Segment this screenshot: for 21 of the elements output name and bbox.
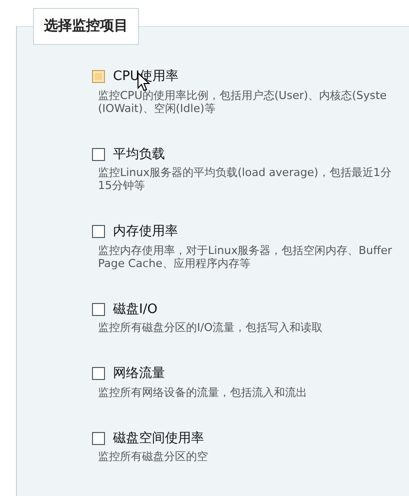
description-line: 监控内存使用率，对于Linux服务器，包括空闲内存、Buffer [98, 244, 392, 256]
option-label[interactable]: 内存使用率 [113, 222, 178, 242]
description-line: 监控所有磁盘分区的I/O流量，包括写入和读取 [98, 321, 323, 334]
description-line: (IOWait)、空闲(Idle)等 [98, 102, 216, 114]
description-line: 15分钟等 [98, 179, 145, 192]
checkbox[interactable] [92, 225, 105, 238]
option-label[interactable]: 磁盘I/O [113, 300, 158, 319]
checkbox[interactable] [92, 432, 105, 445]
description-line: Page Cache、应用程序内存等 [98, 256, 250, 270]
checkbox[interactable] [92, 302, 105, 316]
description-line: 监控所有磁盘分区的空 [98, 450, 208, 463]
checkbox[interactable] [92, 70, 105, 84]
description-line: 监控Linux服务器的平均负载(load average)，包括最近1分 [98, 166, 392, 179]
checkbox[interactable] [92, 148, 105, 161]
option-label[interactable]: 平均负载 [113, 144, 165, 164]
option-label[interactable]: 磁盘空间使用率 [113, 428, 204, 448]
option-label[interactable]: 网络流量 [113, 364, 165, 384]
description-line: 监控CPU的使用率比例，包括用户态(User)、内核态(Syste [98, 88, 387, 102]
checkbox[interactable] [92, 367, 105, 380]
description-line: 监控所有网络设备的流量，包括流入和流出 [98, 386, 307, 398]
section-title: 选择监控项目 [33, 8, 139, 45]
